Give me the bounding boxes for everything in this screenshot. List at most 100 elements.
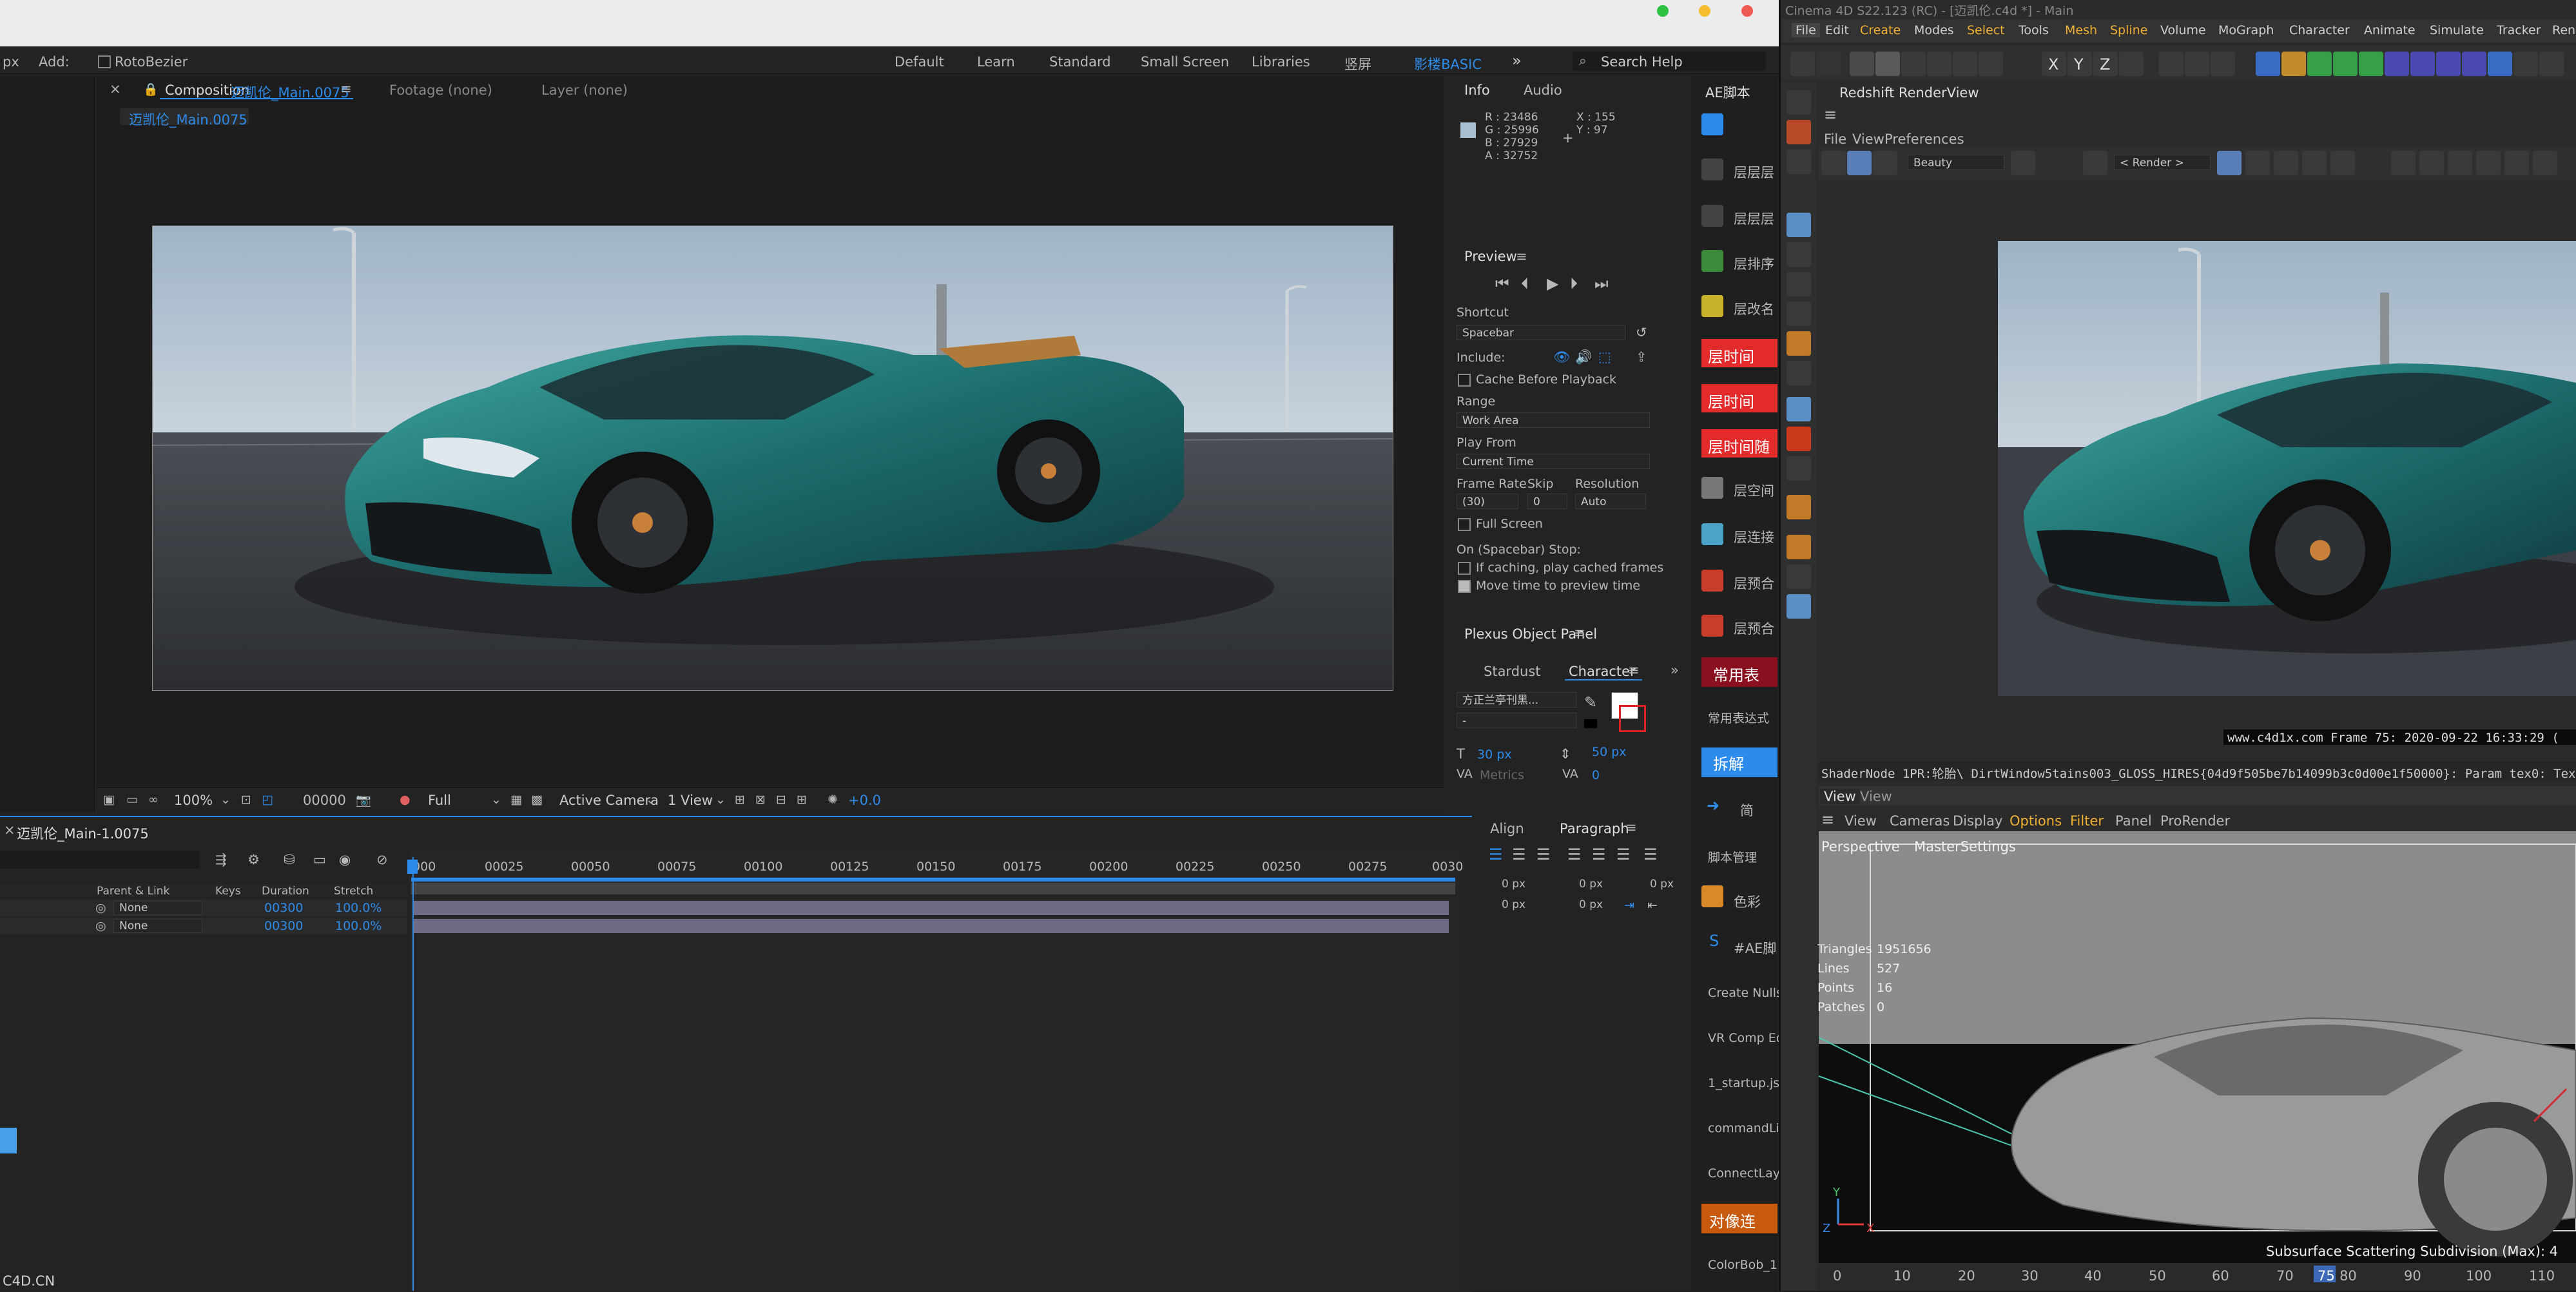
shortcut-dropdown[interactable]: Spacebar (1457, 325, 1625, 340)
rv-clapper-icon[interactable] (1821, 151, 1846, 175)
c4d-subdivide-icon[interactable] (2307, 52, 2332, 76)
workspace-active[interactable]: 影楼BASIC (1414, 54, 1482, 73)
vp-menu-options[interactable]: Options (2009, 813, 2062, 829)
c4d-redo-icon[interactable] (1816, 52, 1841, 76)
viewport-canvas[interactable]: Y Z X (1819, 831, 2576, 1263)
timeline-search[interactable] (0, 851, 200, 869)
viewer-monitor-icon[interactable]: ▭ (126, 793, 138, 807)
c4d-rotate-icon[interactable] (1927, 52, 1951, 76)
paragraph-menu-icon[interactable]: ≡ (1625, 820, 1637, 835)
script-label-13[interactable]: 常用表达式 (1708, 709, 1769, 726)
c4d-menu-select[interactable]: Select (1967, 23, 2005, 37)
viewer-toggle-icon-2[interactable]: ⊠ (755, 793, 766, 807)
c4d-left-tool-4[interactable] (1787, 213, 1811, 237)
rv-aov-dropdown[interactable]: Beauty (1908, 155, 2004, 170)
c4d-cube-icon[interactable] (2256, 52, 2280, 76)
layer-1-stretch[interactable]: 100.0% (335, 901, 382, 915)
script-label-20[interactable]: VR Comp Ed (1708, 1031, 1784, 1045)
layer-2-pickwhip-icon[interactable]: ◎ (95, 919, 106, 933)
workspace-small-screen[interactable]: Small Screen (1141, 54, 1229, 70)
preview-next-frame-icon[interactable]: ⏵ (1570, 275, 1578, 293)
c4d-left-tool-12[interactable] (1787, 456, 1811, 481)
viewport-tab-1[interactable]: View (1820, 789, 1860, 804)
c4d-recent-icon[interactable] (1953, 52, 1977, 76)
rv-color-icon[interactable] (2011, 151, 2035, 175)
space-before-value[interactable]: 0 px (1502, 898, 1525, 911)
c4d-menu-modes[interactable]: Modes (1914, 23, 1954, 37)
script-arrow-icon[interactable]: ➜ (1707, 796, 1719, 815)
script-icon-3[interactable] (1701, 250, 1723, 272)
workspace-default[interactable]: Default (895, 54, 944, 70)
layer-tab[interactable]: Layer (none) (541, 82, 628, 98)
viewer-toggle-icon-4[interactable]: ⊞ (797, 793, 807, 807)
indent-first-value[interactable]: 0 px (1650, 878, 1674, 891)
timeline-close-icon[interactable]: × (4, 822, 15, 838)
align-tab[interactable]: Align (1490, 821, 1524, 836)
viewer-zoom-chevron-icon[interactable]: ⌄ (220, 793, 231, 807)
c4d-bulb-icon[interactable] (2539, 52, 2564, 76)
preview-prev-frame-icon[interactable]: ⏴ (1521, 275, 1529, 293)
work-area-bar[interactable] (411, 878, 1455, 882)
preview-play-icon[interactable]: ▶ (1547, 275, 1558, 293)
c4d-grid-icon[interactable] (2513, 52, 2538, 76)
info-tab[interactable]: Info (1464, 82, 1490, 98)
viewer-3d-glasses-icon[interactable]: ∞ (148, 793, 159, 807)
timeline-tool-icon-5[interactable]: ◉ (339, 852, 351, 867)
layer-2-stretch[interactable]: 100.0% (335, 919, 382, 933)
c4d-menu-volume[interactable]: Volume (2160, 23, 2206, 37)
rv-grid-icon[interactable] (2245, 151, 2270, 175)
viewer-toggle-icon-3[interactable]: ⊟ (776, 793, 786, 807)
font-style-dropdown[interactable]: - (1457, 713, 1576, 728)
viewer-resolution-value[interactable]: Full (428, 793, 451, 808)
rv-frame-icon[interactable] (2391, 151, 2416, 175)
align-center-icon[interactable]: ☰ (1512, 845, 1526, 863)
align-right-icon[interactable]: ☰ (1536, 845, 1551, 863)
preview-first-frame-icon[interactable]: ⏮ (1495, 275, 1509, 293)
vp-menu-panel[interactable]: Panel (2115, 813, 2152, 829)
c4d-left-tool-10[interactable] (1787, 397, 1811, 421)
rv-snowflake-icon[interactable] (2274, 151, 2298, 175)
script-label-23[interactable]: ConnectLaye (1708, 1166, 1788, 1181)
viewer-region-toggle-icon[interactable]: ▦ (510, 793, 522, 807)
script-shield-icon[interactable] (1701, 113, 1723, 135)
c4d-move-icon[interactable] (1875, 52, 1900, 76)
window-close-dot[interactable] (1741, 5, 1753, 17)
script-label-4[interactable]: 层改名 (1734, 299, 1774, 318)
c4d-render-view-icon[interactable] (2185, 52, 2209, 76)
script-label-18[interactable]: #AE脚 (1734, 938, 1776, 958)
viewer-snapshot-icon[interactable]: 📷 (356, 793, 371, 807)
script-label-1[interactable]: 层层层 (1734, 162, 1774, 182)
include-audio-icon[interactable]: 🔊 (1575, 349, 1592, 365)
justify-left-icon[interactable]: ☰ (1567, 845, 1582, 863)
script-label-10[interactable]: 层预合 (1734, 574, 1774, 593)
c4d-timeline-ruler[interactable] (1819, 1264, 2576, 1291)
workspace-overflow-icon[interactable]: » (1512, 52, 1522, 70)
rv-crop-icon[interactable] (2083, 151, 2107, 175)
viewer-timecode[interactable]: 00000 (303, 793, 346, 808)
rv-add-icon[interactable] (2504, 151, 2529, 175)
preview-last-frame-icon[interactable]: ⏭ (1594, 275, 1609, 293)
c4d-menu-spline[interactable]: Spline (2110, 23, 2147, 37)
move-time-checkbox[interactable] (1458, 580, 1471, 593)
text-direction-ltr-icon[interactable]: ⇥ (1624, 898, 1634, 912)
rv-render-dropdown[interactable]: < Render > (2114, 155, 2211, 170)
leading-value[interactable]: 50 px (1592, 745, 1627, 759)
skip-dropdown[interactable]: 0 (1527, 494, 1567, 509)
c4d-menu-mograph[interactable]: MoGraph (2218, 23, 2274, 37)
c4d-left-tool-14[interactable] (1787, 535, 1811, 559)
script-label-15[interactable]: 简 (1740, 800, 1754, 820)
viewer-camera-value[interactable]: Active Camera (559, 793, 659, 808)
full-screen-checkbox[interactable] (1458, 518, 1471, 531)
viewer-always-preview-icon[interactable]: ▣ (103, 793, 115, 807)
c4d-pen-icon[interactable] (2281, 52, 2306, 76)
window-zoom-dot[interactable] (1657, 5, 1669, 17)
layer-1-track-bar[interactable] (412, 901, 1449, 915)
rv-snowflake2-icon[interactable] (2302, 151, 2327, 175)
cache-before-playback-checkbox[interactable] (1458, 374, 1471, 387)
current-time-indicator[interactable] (412, 857, 414, 1291)
black-swatch[interactable] (1584, 719, 1597, 728)
eyedropper-icon[interactable]: ✎ (1584, 693, 1597, 711)
rv-fit-icon[interactable] (2448, 151, 2472, 175)
c4d-left-tool-1[interactable] (1787, 90, 1811, 115)
indent-right-value[interactable]: 0 px (1579, 878, 1603, 891)
